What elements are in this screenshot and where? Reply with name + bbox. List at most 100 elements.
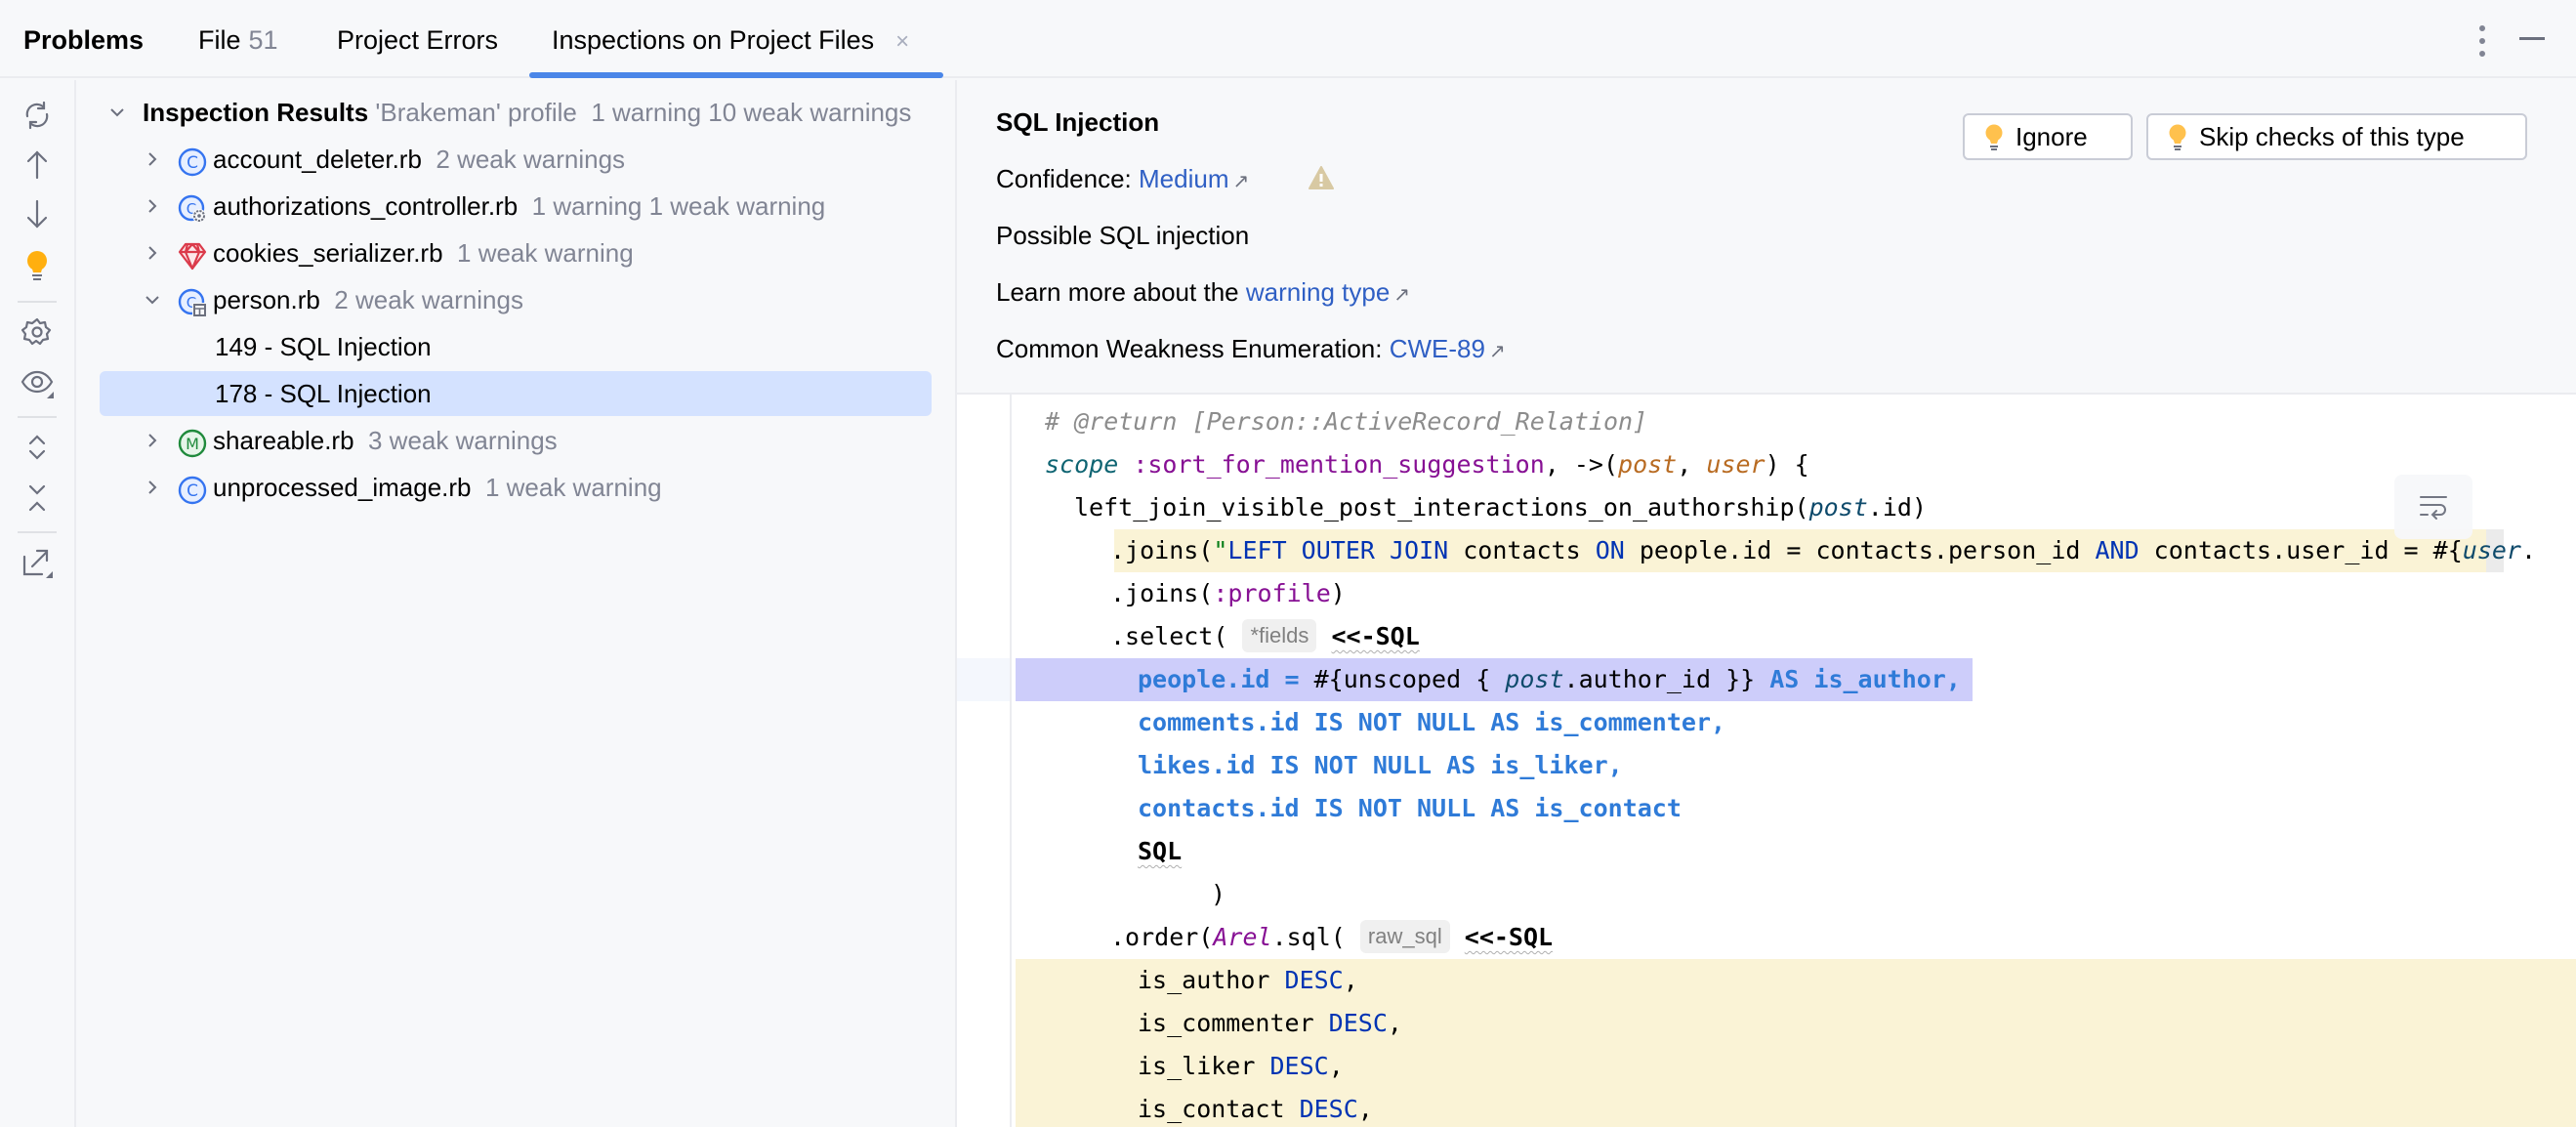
- tree-file-row[interactable]: C unprocessed_image.rb 1 weak warning: [100, 465, 932, 510]
- tree-file-row[interactable]: M shareable.rb 3 weak warnings: [100, 418, 932, 463]
- code-line: .select( *fields <<-SQL: [957, 615, 2576, 658]
- toolbar-divider: [18, 531, 57, 533]
- root-label: Inspection Results: [143, 98, 369, 127]
- code-token: people.id =: [1138, 665, 1314, 693]
- collapse-all-icon[interactable]: [18, 479, 57, 518]
- problems-title: Problems: [23, 25, 145, 55]
- chevron-down-icon[interactable]: [141, 277, 164, 322]
- code-line: scope :sort_for_mention_suggestion, ->(p…: [957, 443, 2576, 486]
- tree-file-row[interactable]: cookies_serializer.rb 1 weak warning: [100, 230, 932, 275]
- ruby-class-icon: C: [178, 474, 207, 505]
- problem-description: Possible SQL injection: [996, 221, 1250, 250]
- learn-more-prefix: Learn more about the: [996, 277, 1239, 307]
- rerun-icon[interactable]: [18, 96, 57, 135]
- ignore-button-label: Ignore: [2015, 122, 2088, 151]
- skip-checks-button-label: Skip checks of this type: [2199, 122, 2465, 151]
- code-line: comments.id IS NOT NULL AS is_commenter,: [957, 701, 2576, 744]
- code-token: ,: [1343, 966, 1358, 994]
- ignore-button[interactable]: Ignore: [1963, 113, 2133, 160]
- tab-file-label: File: [198, 25, 241, 55]
- chevron-right-icon[interactable]: [141, 137, 164, 182]
- external-link-icon: ↗: [1488, 341, 1506, 362]
- code-line-highlighted: people.id = #{unscoped { post.author_id …: [957, 658, 2576, 701]
- tree-root-row[interactable]: Inspection Results 'Brakeman' profile 1 …: [100, 90, 932, 135]
- code-token: #{: [2432, 536, 2463, 564]
- code-token: DESC: [1284, 966, 1344, 994]
- code-token: #{unscoped {: [1313, 665, 1506, 693]
- settings-icon[interactable]: [18, 313, 57, 352]
- toolbar-divider: [18, 416, 57, 418]
- learn-more-line: Learn more about the warning type ↗: [996, 277, 1410, 308]
- tab-project-errors[interactable]: Project Errors: [337, 23, 498, 57]
- view-options-icon[interactable]: [18, 363, 57, 402]
- skip-checks-button[interactable]: Skip checks of this type: [2146, 113, 2527, 160]
- lightbulb-icon[interactable]: [18, 246, 57, 285]
- code-token: contacts: [1448, 536, 1596, 564]
- confidence-label: Confidence:: [996, 164, 1132, 193]
- code-token: ,: [1328, 1052, 1344, 1080]
- close-tab-icon[interactable]: ×: [895, 28, 909, 55]
- code-token: likes.id IS NOT NULL AS is_liker,: [1138, 751, 1623, 779]
- code-token: Arel: [1213, 923, 1272, 951]
- tree-file-row[interactable]: C person.rb 2 weak warnings: [100, 277, 932, 322]
- code-token: <<-SQL: [1331, 622, 1420, 650]
- file-name: person.rb: [213, 285, 320, 314]
- code-token: LEFT OUTER JOIN: [1227, 536, 1449, 564]
- code-token: ": [1213, 536, 1228, 564]
- code-token: contacts.id IS NOT NULL AS is_contact: [1138, 794, 1682, 822]
- chevron-down-icon[interactable]: [105, 90, 129, 135]
- tree-file-row[interactable]: C authorizations_controller.rb 1 warning…: [100, 184, 932, 229]
- more-options-icon[interactable]: [2476, 25, 2488, 57]
- parameter-hint: *fields: [1242, 619, 1317, 652]
- soft-wrap-icon[interactable]: [2394, 475, 2472, 539]
- active-tab-indicator: [529, 72, 943, 78]
- chevron-right-icon[interactable]: [141, 230, 164, 275]
- warning-type-link[interactable]: warning type: [1246, 277, 1390, 307]
- cwe-link[interactable]: CWE-89: [1390, 334, 1485, 363]
- side-toolbar: [0, 80, 76, 1127]
- external-link-icon: ↗: [1393, 284, 1411, 306]
- chevron-right-icon[interactable]: [141, 184, 164, 229]
- code-editor[interactable]: # @return [Person::ActiveRecord_Relation…: [957, 395, 2576, 1127]
- code-token: .joins(: [1110, 536, 1214, 564]
- code-token: DESC: [1299, 1095, 1358, 1123]
- svg-text:C: C: [187, 153, 198, 173]
- code-token: left_join_visible_post_interactions_on_a…: [1074, 493, 1809, 522]
- tab-inspections[interactable]: Inspections on Project Files ×: [552, 23, 909, 59]
- code-token: SQL: [1138, 837, 1183, 865]
- problem-label: 178 - SQL Injection: [215, 379, 432, 408]
- next-problem-icon[interactable]: [18, 195, 57, 234]
- code-token: is_liker: [1138, 1052, 1270, 1080]
- tree-problem-row-selected[interactable]: 178 - SQL Injection: [100, 371, 932, 416]
- code-token: post: [1505, 665, 1564, 693]
- code-line: is_contact DESC,: [957, 1088, 2576, 1127]
- tree-file-row[interactable]: C account_deleter.rb 2 weak warnings: [100, 137, 932, 182]
- ruby-gem-icon: [178, 239, 207, 271]
- code-token: is_contact: [1138, 1095, 1300, 1123]
- cwe-line: Common Weakness Enumeration: CWE-89 ↗: [996, 334, 1506, 364]
- file-summary: 1 weak warning: [457, 238, 634, 268]
- code-line: .joins(:profile): [957, 572, 2576, 615]
- minimize-icon[interactable]: [2519, 37, 2545, 40]
- expand-all-icon[interactable]: [18, 428, 57, 467]
- code-token: people.id = contacts.person_id: [1624, 536, 2096, 564]
- tab-file[interactable]: File 51: [198, 23, 278, 57]
- chevron-right-icon[interactable]: [141, 418, 164, 463]
- ruby-model-icon: C: [178, 286, 207, 316]
- code-token: AND: [2095, 536, 2140, 564]
- export-icon[interactable]: [18, 543, 57, 582]
- confidence-line: Confidence: Medium ↗: [996, 164, 1249, 194]
- code-token: post: [1618, 450, 1678, 479]
- confidence-link[interactable]: Medium: [1139, 164, 1228, 193]
- code-line: left_join_visible_post_interactions_on_a…: [957, 486, 2576, 529]
- tab-inspections-label: Inspections on Project Files: [552, 25, 875, 55]
- lightbulb-icon: [2169, 124, 2186, 150]
- code-token: ,: [1677, 450, 1707, 479]
- ruby-controller-icon: C: [178, 192, 207, 223]
- file-name: authorizations_controller.rb: [213, 191, 519, 221]
- previous-problem-icon[interactable]: [18, 145, 57, 184]
- warning-icon: [1309, 166, 1334, 189]
- problem-title: SQL Injection: [996, 107, 1160, 137]
- chevron-right-icon[interactable]: [141, 465, 164, 510]
- tree-problem-row[interactable]: 149 - SQL Injection: [100, 324, 932, 369]
